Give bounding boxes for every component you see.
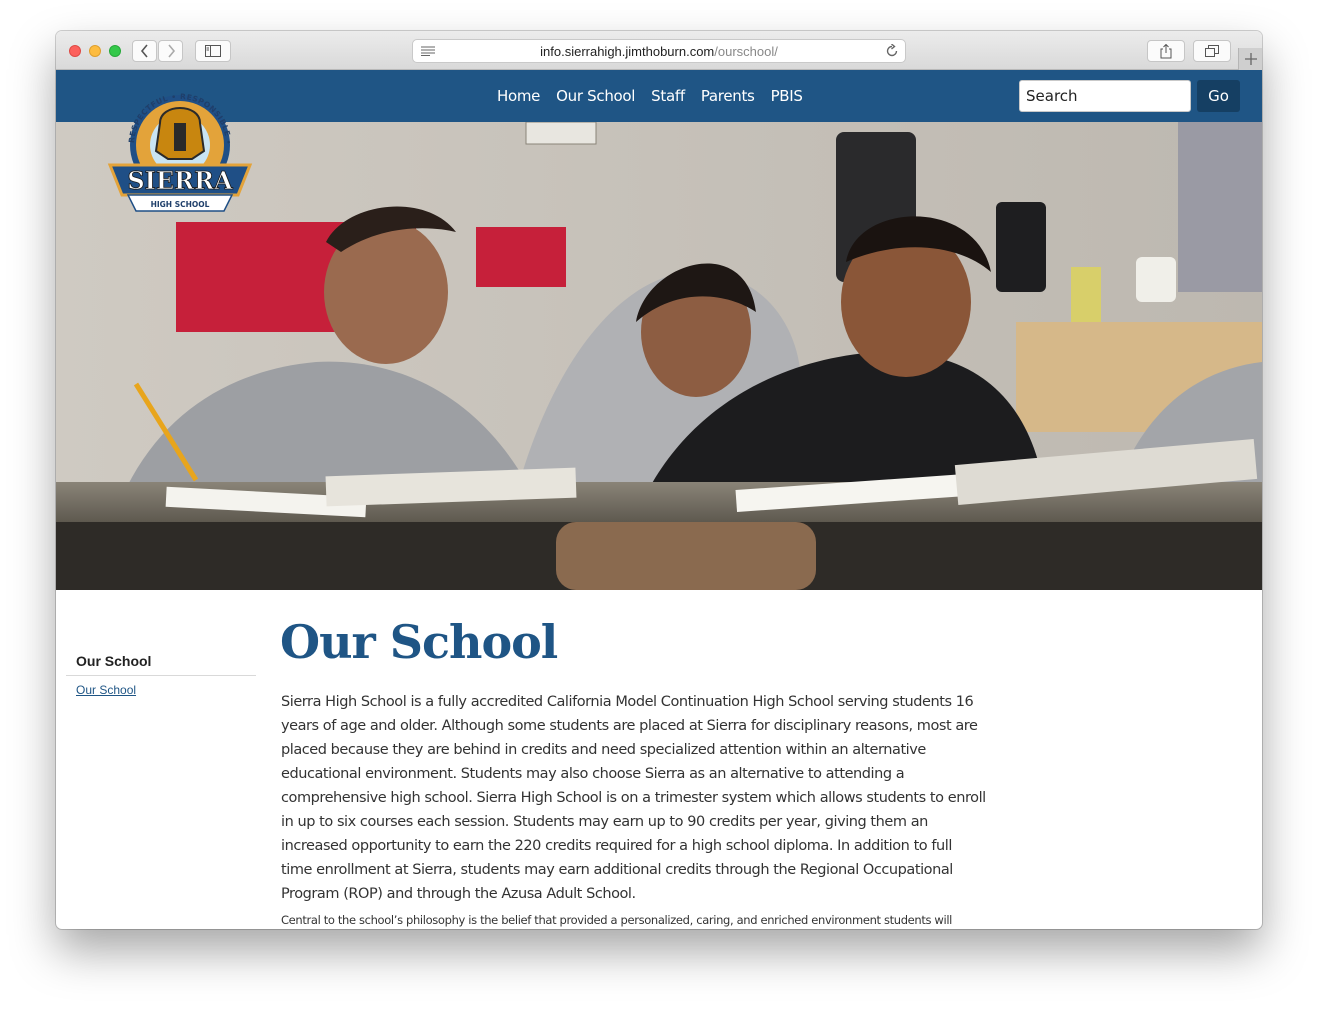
sierra-logo[interactable]: RESPECTFUL • RESPONSIBLE • READY SIERRA … bbox=[100, 93, 260, 219]
sidebar-icon bbox=[205, 45, 221, 57]
reader-list-icon[interactable] bbox=[421, 46, 435, 56]
reload-icon[interactable] bbox=[885, 44, 899, 58]
nav-staff[interactable]: Staff bbox=[651, 87, 685, 105]
show-tabs-button[interactable] bbox=[1193, 40, 1231, 62]
nav-our-school[interactable]: Our School bbox=[556, 87, 635, 105]
url-host: info.sierrahigh.jimthoburn.com bbox=[540, 43, 715, 59]
browser-window: info.sierrahigh.jimthoburn.com/ourschool… bbox=[56, 31, 1262, 929]
zoom-window-button[interactable] bbox=[109, 45, 121, 57]
page-title: Our School bbox=[280, 615, 558, 669]
nav-parents[interactable]: Parents bbox=[701, 87, 755, 105]
logo-name: SIERRA bbox=[127, 166, 233, 195]
plus-icon bbox=[1244, 53, 1257, 65]
logo-subtitle: HIGH SCHOOL bbox=[151, 200, 210, 209]
nav-pbis[interactable]: PBIS bbox=[771, 87, 803, 105]
tabs-overview-icon bbox=[1205, 45, 1219, 57]
main-nav: Home Our School Staff Parents PBIS bbox=[497, 70, 819, 122]
chevron-right-icon bbox=[167, 44, 175, 58]
minimize-window-button[interactable] bbox=[89, 45, 101, 57]
sidebar-heading: Our School bbox=[66, 653, 256, 676]
sidebar: Our School Our School bbox=[66, 653, 256, 697]
share-button[interactable] bbox=[1147, 40, 1185, 62]
nav-home[interactable]: Home bbox=[497, 87, 540, 105]
sidebar-link-our-school[interactable]: Our School bbox=[66, 683, 256, 697]
share-icon bbox=[1160, 43, 1172, 58]
search-go-button[interactable]: Go bbox=[1197, 80, 1240, 112]
search-input[interactable] bbox=[1019, 80, 1191, 112]
back-button[interactable] bbox=[132, 40, 157, 62]
close-window-button[interactable] bbox=[69, 45, 81, 57]
url-path: /ourschool/ bbox=[714, 43, 778, 59]
new-tab-button[interactable] bbox=[1238, 48, 1262, 70]
philosophy-paragraph: Central to the school’s philosophy is th… bbox=[281, 913, 953, 927]
browser-toolbar: info.sierrahigh.jimthoburn.com/ourschool… bbox=[56, 31, 1262, 70]
intro-paragraph: Sierra High School is a fully accredited… bbox=[281, 694, 986, 902]
sidebar-toggle-button[interactable] bbox=[195, 40, 231, 62]
chevron-left-icon bbox=[140, 44, 148, 58]
forward-button[interactable] bbox=[158, 40, 183, 62]
address-bar[interactable]: info.sierrahigh.jimthoburn.com/ourschool… bbox=[412, 39, 906, 63]
